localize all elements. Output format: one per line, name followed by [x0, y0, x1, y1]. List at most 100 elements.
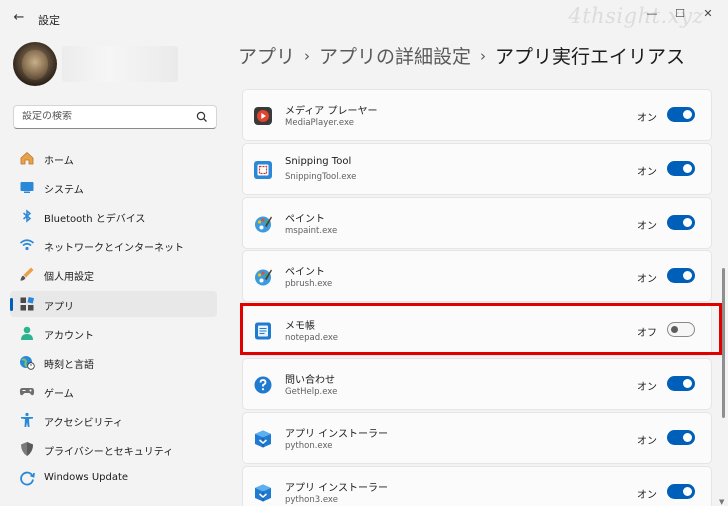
- sidebar-item-label: アクセシビリティ: [44, 417, 123, 429]
- close-button[interactable]: ✕: [694, 4, 722, 24]
- toggle-state-label: オン: [637, 382, 657, 393]
- sidebar-item-windows-update[interactable]: Windows Update: [10, 465, 217, 491]
- alias-exe-name: MediaPlayer.exe: [285, 118, 354, 128]
- sidebar-item-label: アプリ: [44, 301, 74, 313]
- sidebar-item-gaming[interactable]: ゲーム: [10, 378, 217, 404]
- accessibility-icon: [19, 412, 35, 428]
- alias-row: 問い合わせ GetHelp.exe オン: [242, 358, 712, 410]
- highlight-frame: [240, 303, 722, 355]
- get-help-icon: [253, 375, 273, 395]
- alias-app-name: ペイント: [285, 267, 325, 279]
- breadcrumb-separator: ›: [304, 47, 311, 65]
- alias-row: Snipping Tool SnippingTool.exe オン: [242, 142, 712, 195]
- network-icon: [19, 237, 35, 253]
- privacy-icon: [19, 441, 35, 457]
- sidebar-item-accessibility[interactable]: アクセシビリティ: [10, 407, 217, 433]
- sidebar-item-bluetooth[interactable]: Bluetooth とデバイス: [10, 203, 217, 229]
- sidebar-item-label: 時刻と言語: [44, 359, 94, 371]
- search-icon[interactable]: [195, 110, 209, 124]
- sidebar-item-network[interactable]: ネットワークとインターネット: [10, 232, 217, 258]
- window-title: 設定: [38, 14, 60, 27]
- alias-toggle[interactable]: [667, 160, 695, 176]
- alias-toggle[interactable]: [667, 214, 695, 230]
- alias-toggle[interactable]: [667, 483, 695, 499]
- sidebar-item-label: ゲーム: [44, 388, 74, 400]
- alias-exe-name: pbrush.exe: [285, 279, 333, 290]
- sidebar-item-label: Bluetooth とデバイス: [44, 214, 146, 226]
- sidebar-item-label: システム: [44, 185, 84, 197]
- breadcrumb-apps[interactable]: アプリ: [238, 46, 295, 68]
- alias-exe-name: mspaint.exe: [285, 225, 338, 236]
- sidebar-item-apps[interactable]: アプリ: [10, 290, 217, 317]
- breadcrumb: アプリ › アプリの詳細設定 › アプリ実行エイリアス: [238, 42, 685, 69]
- alias-toggle[interactable]: [667, 268, 695, 284]
- title-bar: ← 設定 4thsight.xyz — ☐ ✕: [0, 0, 728, 36]
- alias-list: メディア プレーヤー MediaPlayer.exe オン Snipping Tool…: [242, 88, 712, 506]
- personalization-icon: [19, 266, 35, 282]
- alias-row: アプリ インストーラー python.exe オン: [242, 411, 712, 464]
- sidebar-item-label: ホーム: [44, 156, 74, 167]
- system-icon: [19, 179, 35, 195]
- snipping-tool-icon: [253, 160, 273, 180]
- toggle-state-label: オン: [637, 435, 657, 447]
- account-info-blurred: [62, 46, 178, 82]
- maximize-button[interactable]: ☐: [666, 4, 694, 24]
- alias-row: アプリ インストーラー python3.exe オン: [242, 465, 712, 506]
- apps-icon: [19, 296, 35, 312]
- alias-exe-name: python3.exe: [285, 494, 338, 505]
- alias-exe-name: GetHelp.exe: [285, 387, 338, 397]
- toggle-state-label: オン: [637, 274, 657, 286]
- sidebar-item-label: アカウント: [44, 330, 94, 342]
- scrollbar[interactable]: [722, 268, 725, 418]
- sidebar-item-label: ネットワークとインターネット: [44, 243, 184, 255]
- time-language-icon: [19, 354, 35, 370]
- search-input[interactable]: [22, 111, 192, 122]
- alias-toggle[interactable]: [667, 429, 695, 445]
- gaming-icon: [19, 383, 35, 399]
- alias-exe-name: python.exe: [285, 440, 333, 451]
- sidebar-item-time-language[interactable]: 時刻と言語: [10, 349, 217, 375]
- alias-app-name: アプリ インストーラー: [285, 428, 388, 440]
- alias-row: ペイント mspaint.exe オン: [242, 196, 712, 249]
- breadcrumb-separator: ›: [480, 47, 487, 65]
- sidebar-item-system[interactable]: システム: [10, 174, 217, 200]
- paint-icon: [253, 267, 273, 287]
- alias-app-name: アプリ インストーラー: [285, 482, 388, 494]
- paint-icon: [253, 214, 273, 234]
- avatar[interactable]: [13, 42, 57, 86]
- app-installer-icon: [253, 483, 273, 503]
- toggle-state-label: オン: [637, 220, 657, 232]
- breadcrumb-advanced-settings[interactable]: アプリの詳細設定: [319, 46, 471, 68]
- alias-app-name: 問い合わせ: [285, 375, 335, 386]
- alias-app-name: Snipping Tool: [285, 155, 352, 167]
- sidebar-item-label: プライバシーとセキュリティ: [44, 447, 174, 458]
- back-button[interactable]: ←: [10, 9, 28, 27]
- toggle-state-label: オン: [637, 113, 657, 124]
- alias-toggle[interactable]: [667, 376, 695, 391]
- sidebar-item-account[interactable]: アカウント: [10, 320, 217, 346]
- home-icon: [19, 150, 35, 166]
- windows-update-icon: [19, 470, 35, 486]
- toggle-state-label: オン: [637, 166, 657, 178]
- alias-app-name: ペイント: [285, 213, 325, 225]
- sidebar-item-personalization[interactable]: 個人用設定: [10, 261, 217, 287]
- page-title: アプリ実行エイリアス: [495, 46, 686, 68]
- sidebar-item-label: 個人用設定: [44, 272, 94, 284]
- alias-app-name: メディア プレーヤー: [285, 106, 378, 117]
- sidebar-item-home[interactable]: ホーム: [10, 145, 217, 171]
- alias-row: ペイント pbrush.exe オン: [242, 250, 712, 303]
- app-installer-icon: [253, 429, 273, 449]
- active-indicator: [10, 297, 13, 311]
- minimize-button[interactable]: —: [638, 4, 666, 24]
- bluetooth-icon: [19, 208, 35, 224]
- alias-exe-name: SnippingTool.exe: [285, 171, 357, 182]
- toggle-state-label: オン: [637, 489, 657, 501]
- scroll-down-arrow[interactable]: ▼: [719, 498, 724, 506]
- account-icon: [19, 325, 35, 341]
- sidebar-item-privacy[interactable]: プライバシーとセキュリティ: [10, 436, 217, 462]
- search-box[interactable]: [13, 105, 217, 129]
- media-player-icon: [253, 106, 273, 126]
- alias-row: メディア プレーヤー MediaPlayer.exe オン: [242, 89, 712, 141]
- alias-toggle[interactable]: [667, 107, 695, 122]
- sidebar-item-label: Windows Update: [44, 472, 129, 484]
